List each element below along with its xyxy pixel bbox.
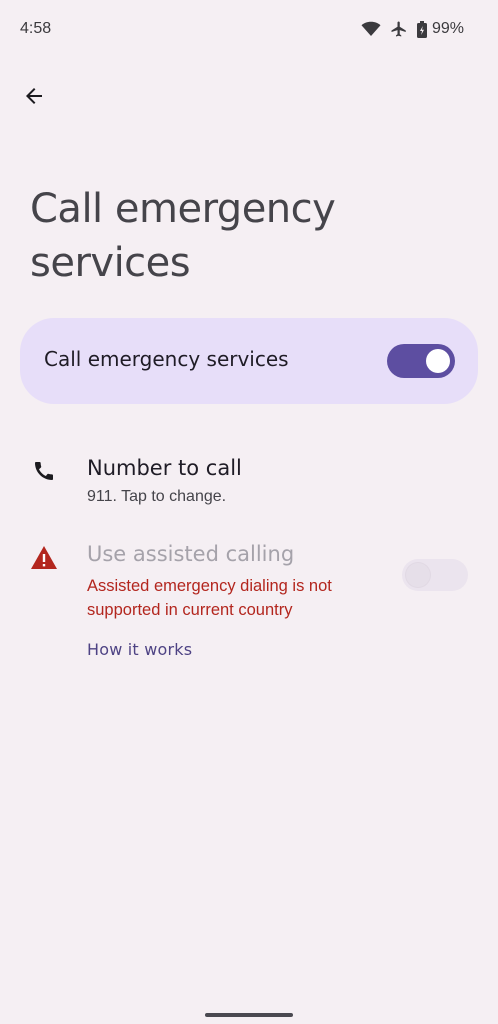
page-title: Call emergency services — [30, 186, 336, 286]
phone-icon — [30, 457, 58, 485]
how-it-works-link[interactable]: How it works — [87, 640, 192, 659]
back-arrow-icon — [22, 84, 46, 113]
number-to-call-row[interactable]: Number to call 911. Tap to change. — [0, 440, 498, 524]
navigation-handle[interactable] — [205, 1013, 293, 1017]
wifi-icon — [361, 21, 381, 37]
warning-icon — [30, 544, 58, 572]
toggle-knob — [426, 349, 450, 373]
assisted-calling-error: Assisted emergency dialing is not suppor… — [87, 577, 332, 619]
airplane-icon — [390, 20, 408, 38]
assisted-calling-toggle — [402, 559, 468, 591]
number-to-call-title: Number to call — [87, 456, 242, 480]
main-switch-label: Call emergency services — [44, 347, 289, 371]
number-to-call-subtitle: 911. Tap to change. — [87, 488, 227, 505]
assisted-calling-title: Use assisted calling — [87, 542, 295, 566]
assisted-calling-row: Use assisted calling Assisted emergency … — [0, 530, 498, 670]
status-bar: 4:58 99% — [0, 0, 498, 60]
status-time: 4:58 — [20, 20, 52, 37]
battery-percent: 99% — [431, 20, 464, 37]
main-switch-card[interactable]: Call emergency services — [20, 318, 478, 404]
battery-icon — [416, 20, 427, 38]
toggle-knob — [406, 563, 430, 587]
back-button[interactable] — [14, 78, 54, 118]
main-switch-toggle[interactable] — [387, 344, 455, 378]
status-icons: 99% — [361, 20, 464, 38]
